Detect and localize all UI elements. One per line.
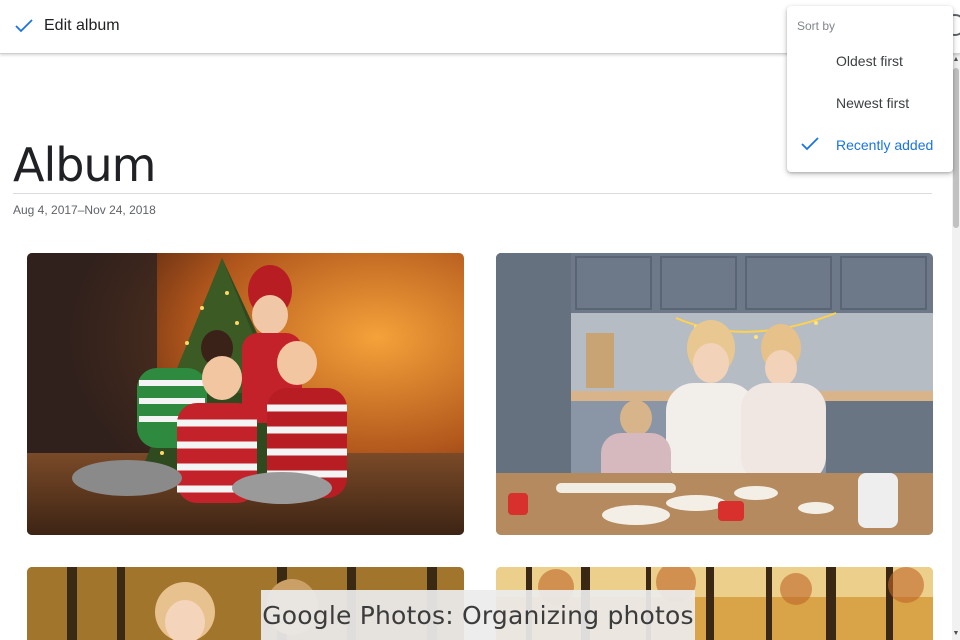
photo-kitchen-baking[interactable] bbox=[496, 253, 933, 535]
divider bbox=[13, 193, 932, 194]
sort-option-oldest-first[interactable]: Oldest first bbox=[787, 41, 953, 81]
album-title[interactable]: Album bbox=[13, 138, 156, 192]
scrollbar-thumb[interactable] bbox=[953, 68, 959, 228]
album-date-range: Aug 4, 2017–Nov 24, 2018 bbox=[13, 203, 156, 217]
scroll-down-arrow-icon[interactable]: ▼ bbox=[952, 630, 960, 638]
sort-menu: Sort by Oldest first Newest first Recent… bbox=[787, 6, 953, 172]
scroll-up-arrow-icon[interactable]: ▲ bbox=[952, 56, 960, 64]
sort-option-newest-first[interactable]: Newest first bbox=[787, 83, 953, 123]
scrollbar[interactable]: ▲ ▼ bbox=[952, 54, 960, 640]
photo-christmas-family[interactable] bbox=[27, 253, 464, 535]
sort-option-label: Newest first bbox=[836, 95, 910, 111]
sort-option-recently-added[interactable]: Recently added bbox=[787, 125, 953, 165]
sort-menu-header: Sort by bbox=[797, 19, 836, 33]
caption-overlay: Google Photos: Organizing photos bbox=[261, 590, 695, 640]
sort-option-label: Recently added bbox=[836, 137, 934, 153]
checkmark-icon bbox=[15, 19, 33, 33]
checkmark-icon bbox=[801, 137, 819, 151]
edit-album-title: Edit album bbox=[44, 17, 120, 34]
sort-option-label: Oldest first bbox=[836, 53, 903, 69]
done-button[interactable] bbox=[6, 8, 42, 44]
